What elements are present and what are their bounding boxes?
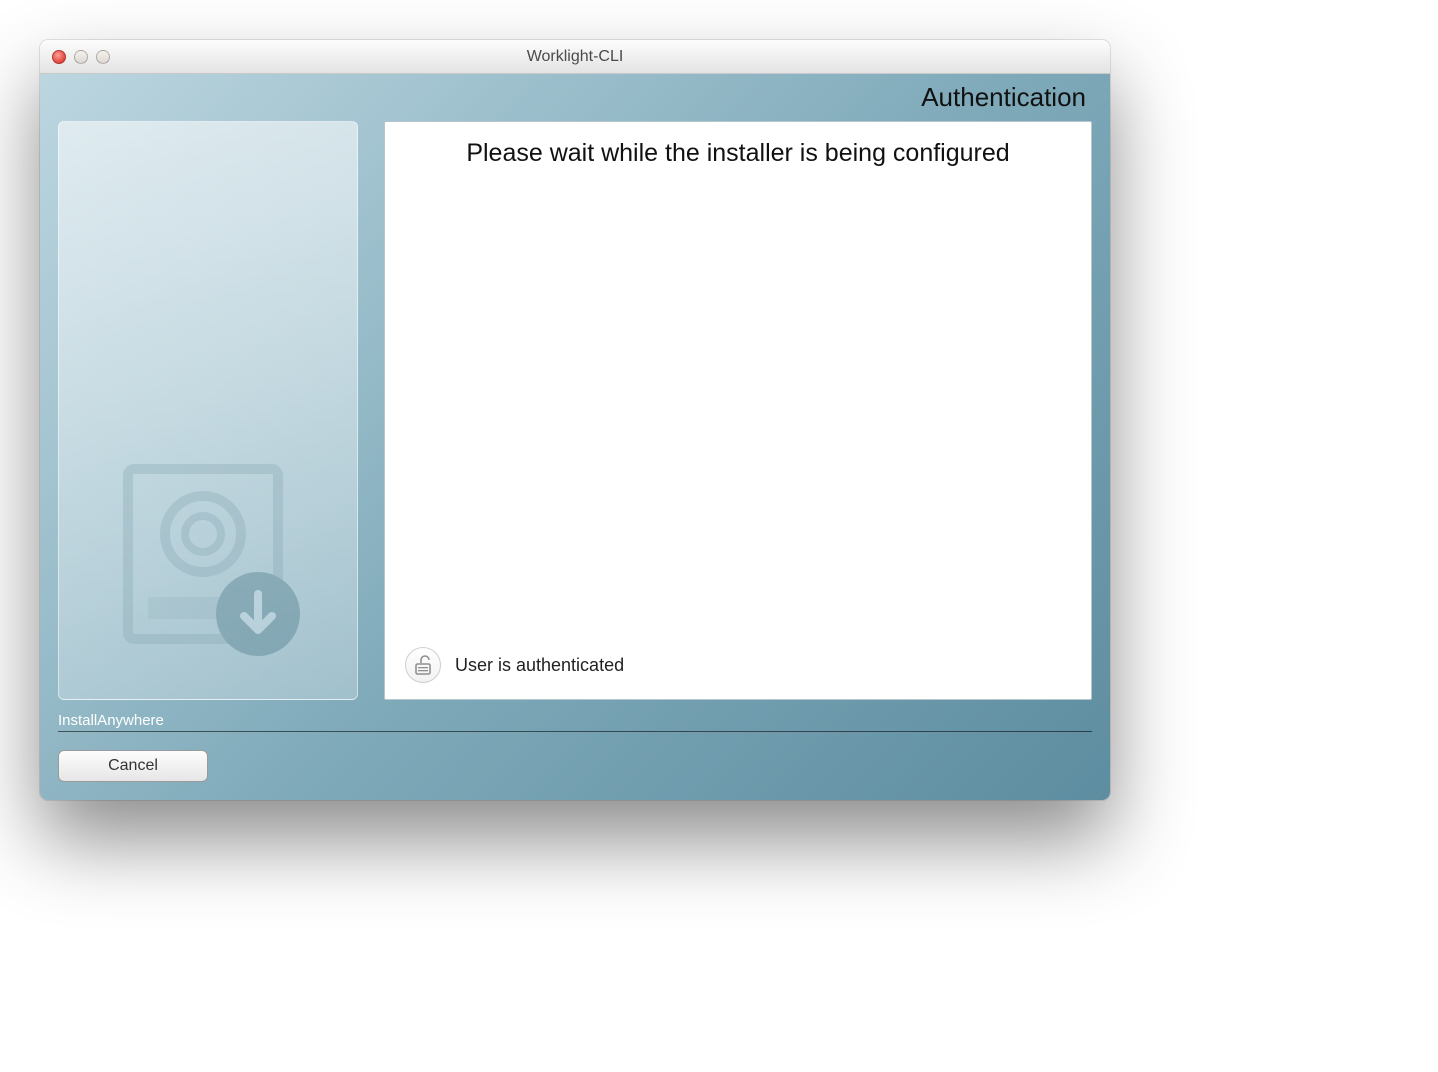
panels: Please wait while the installer is being… — [40, 115, 1110, 706]
status-text: User is authenticated — [455, 655, 624, 676]
brand-label: InstallAnywhere — [58, 712, 1092, 731]
content-area: Authentication Please wait while the ins… — [40, 74, 1110, 800]
wait-message: Please wait while the installer is being… — [403, 134, 1073, 169]
footer: InstallAnywhere Cancel — [40, 706, 1110, 800]
unlock-icon — [405, 647, 441, 683]
side-panel — [58, 121, 358, 700]
main-panel: Please wait while the installer is being… — [384, 121, 1092, 700]
titlebar: Worklight-CLI — [40, 40, 1110, 74]
footer-divider — [58, 731, 1092, 732]
window-title: Worklight-CLI — [40, 48, 1110, 66]
cancel-button[interactable]: Cancel — [58, 750, 208, 782]
status-row: User is authenticated — [403, 641, 1073, 687]
step-title: Authentication — [40, 74, 1110, 115]
install-download-icon — [98, 449, 318, 669]
installer-window: Worklight-CLI Authentication Please — [40, 40, 1110, 800]
